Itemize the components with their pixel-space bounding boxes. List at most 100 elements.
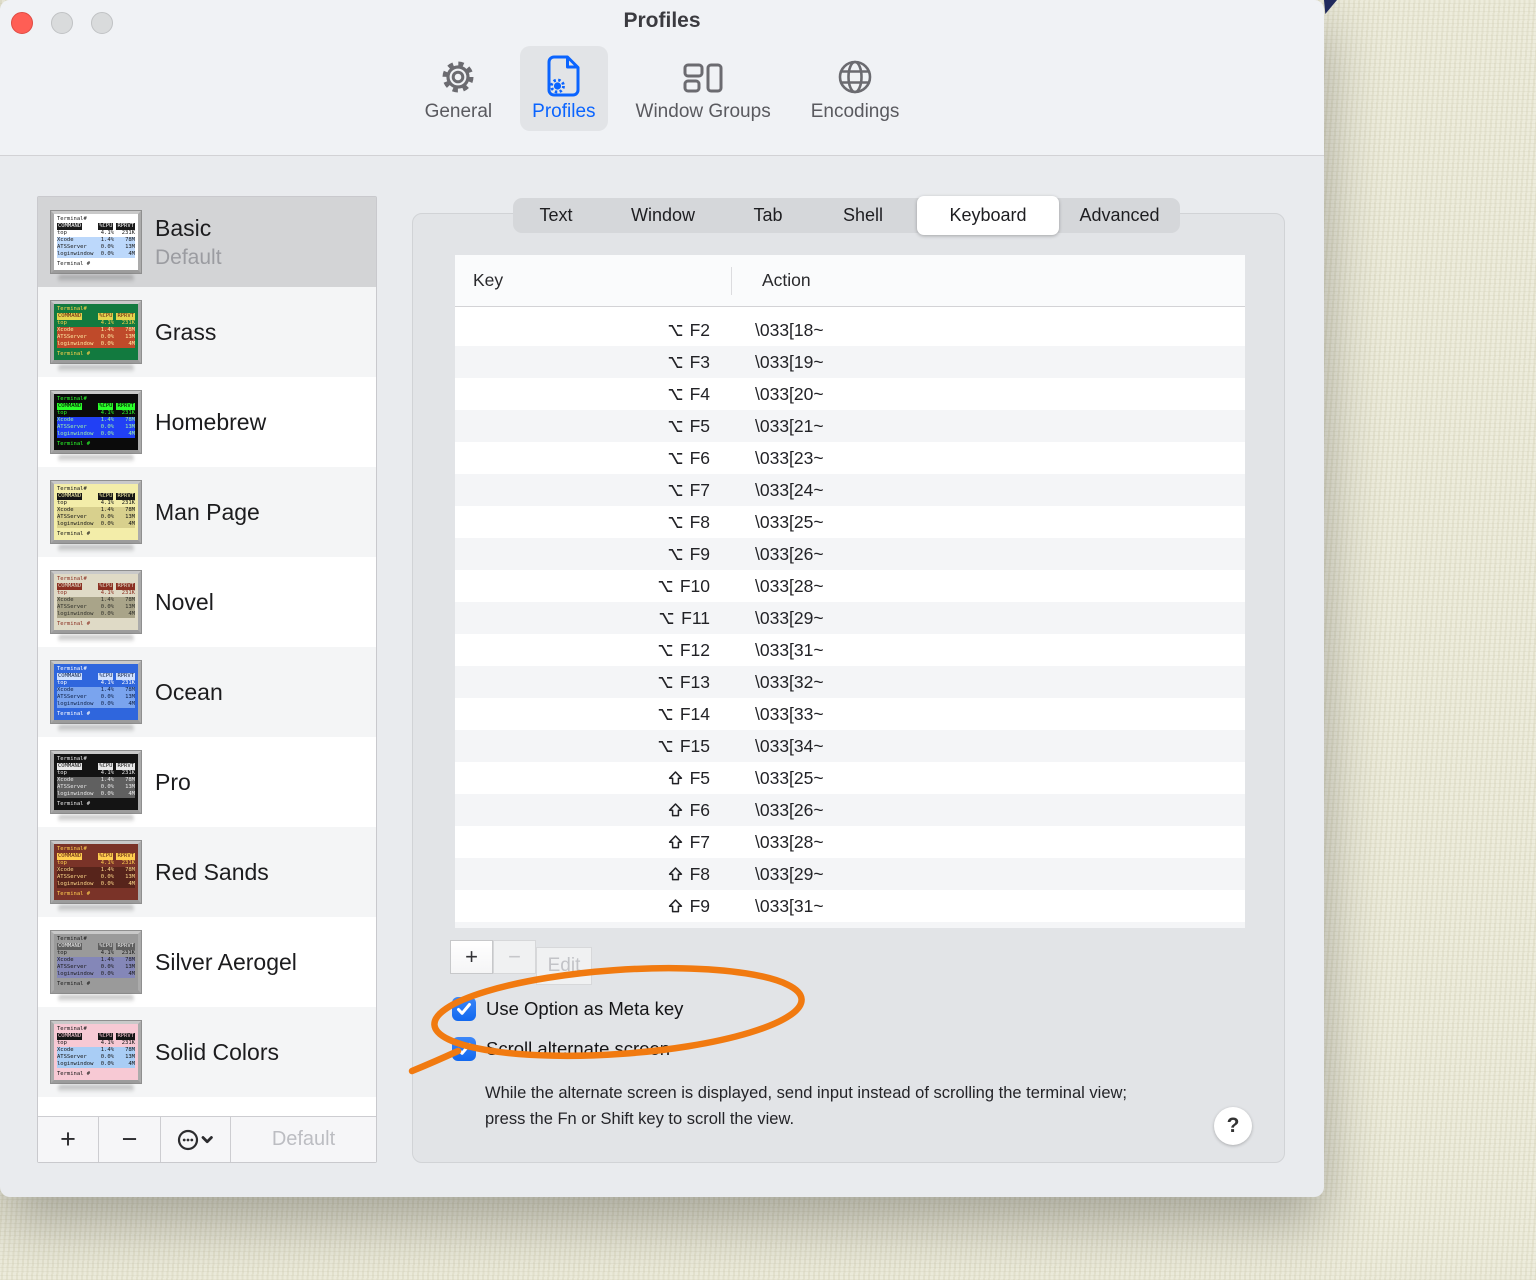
profile-labels: Ocean xyxy=(155,679,223,706)
profile-name: Pro xyxy=(155,768,191,795)
add-profile-button[interactable]: + xyxy=(38,1117,99,1162)
tab-tab[interactable]: Tab xyxy=(727,198,809,233)
thumbnail-reflection xyxy=(58,905,134,913)
use-option-as-meta-key-checkbox[interactable] xyxy=(452,997,476,1021)
scroll-alternate-screen-checkbox[interactable] xyxy=(452,1037,476,1061)
profile-labels: Homebrew xyxy=(155,409,266,436)
option-key-icon xyxy=(658,580,673,592)
sidebar-item-homebrew[interactable]: Terminal# COMMAND %CPU RPRVT top 4.1% 231K Xc… xyxy=(38,377,376,467)
table-row[interactable]: F3 \033[19~ xyxy=(455,346,1245,378)
sidebar-item-pro[interactable]: Terminal# COMMAND %CPU RPRVT top 4.1% 231K Xc… xyxy=(38,737,376,827)
toolbar-item-general[interactable]: General xyxy=(413,46,505,131)
table-row[interactable]: F9 \033[31~ xyxy=(455,890,1245,922)
tab-window[interactable]: Window xyxy=(599,198,727,233)
keyboard-table-rows: F2 \033[18~ F3 \033[19~ F4 \033[20~ F5 \… xyxy=(455,314,1245,922)
sidebar-item-red-sands[interactable]: Terminal# COMMAND %CPU RPRVT top 4.1% 231K Xc… xyxy=(38,827,376,917)
action-cell: \033[31~ xyxy=(755,895,824,916)
profile-thumbnail: Terminal# COMMAND %CPU RPRVT top 4.1% 231K Xc… xyxy=(51,301,141,373)
sidebar-item-basic[interactable]: Terminal# COMMAND %CPU RPRVT top 4.1% 231K Xc… xyxy=(38,197,376,287)
table-row[interactable]: F5 \033[25~ xyxy=(455,762,1245,794)
option-key-icon xyxy=(668,548,682,560)
table-row[interactable]: F8 \033[25~ xyxy=(455,506,1245,538)
toolbar-item-profiles[interactable]: Profiles xyxy=(520,46,608,131)
action-cell: \033[25~ xyxy=(755,511,824,532)
checkbox-label: Use Option as Meta key xyxy=(486,998,684,1019)
profile-thumbnail: Terminal# COMMAND %CPU RPRVT top 4.1% 231K Xc… xyxy=(51,931,141,1003)
profile-name: Grass xyxy=(155,318,217,345)
thumbnail-reflection xyxy=(58,995,134,1003)
option-key-icon xyxy=(668,420,682,432)
table-row[interactable]: F6 \033[26~ xyxy=(455,794,1245,826)
tab-bar: Text Window Tab Shell Keyboard Advanced xyxy=(513,196,1180,235)
sidebar-item-man-page[interactable]: Terminal# COMMAND %CPU RPRVT top 4.1% 231K Xc… xyxy=(38,467,376,557)
table-row[interactable]: F4 \033[20~ xyxy=(455,378,1245,410)
action-cell: \033[26~ xyxy=(755,543,824,564)
table-row[interactable]: F9 \033[26~ xyxy=(455,538,1245,570)
sidebar-item-ocean[interactable]: Terminal# COMMAND %CPU RPRVT top 4.1% 231K Xc… xyxy=(38,647,376,737)
profile-labels: Man Page xyxy=(155,499,260,526)
profile-labels: Silver Aerogel xyxy=(155,949,297,976)
checkbox-label: Scroll alternate screen xyxy=(486,1038,671,1059)
add-key-mapping-button[interactable]: + xyxy=(450,940,493,974)
option-key-icon xyxy=(668,324,682,336)
tab-text[interactable]: Text xyxy=(513,198,599,233)
key-cell: F10 xyxy=(455,576,731,597)
profile-thumbnail: Terminal# COMMAND %CPU RPRVT top 4.1% 231K Xc… xyxy=(51,391,141,463)
key-cell: F12 xyxy=(455,640,731,661)
sidebar-footer: + − Default xyxy=(38,1116,376,1162)
profile-list: Terminal# COMMAND %CPU RPRVT top 4.1% 231K Xc… xyxy=(38,197,376,1116)
help-button[interactable]: ? xyxy=(1214,1107,1252,1145)
remove-profile-button[interactable]: − xyxy=(99,1117,161,1162)
sidebar-item-grass[interactable]: Terminal# COMMAND %CPU RPRVT top 4.1% 231K Xc… xyxy=(38,287,376,377)
sidebar-item-solid-colors[interactable]: Terminal# COMMAND %CPU RPRVT top 4.1% 231K Xc… xyxy=(38,1007,376,1097)
option-key-icon xyxy=(659,612,674,624)
table-row[interactable]: F12 \033[31~ xyxy=(455,634,1245,666)
profile-name: Red Sands xyxy=(155,858,269,885)
action-cell: \033[18~ xyxy=(755,319,824,340)
globe-icon xyxy=(834,52,876,98)
key-cell: F3 xyxy=(455,352,731,373)
scrolled-row-sliver xyxy=(455,922,1245,928)
key-cell: F9 xyxy=(455,896,731,917)
key-cell: F8 xyxy=(455,512,731,533)
tab-shell[interactable]: Shell xyxy=(809,198,917,233)
key-mapping-controls: + − Edit xyxy=(450,940,650,990)
toolbar-item-window-groups[interactable]: Window Groups xyxy=(624,46,783,131)
column-separator xyxy=(731,267,732,295)
toolbar-item-label: Encodings xyxy=(810,101,900,122)
profiles-sidebar: Terminal# COMMAND %CPU RPRVT top 4.1% 231K Xc… xyxy=(37,196,377,1163)
table-row[interactable]: F13 \033[32~ xyxy=(455,666,1245,698)
table-row[interactable]: F6 \033[23~ xyxy=(455,442,1245,474)
table-row[interactable]: F11 \033[29~ xyxy=(455,602,1245,634)
thumbnail-reflection xyxy=(58,635,134,643)
table-row[interactable]: F7 \033[28~ xyxy=(455,826,1245,858)
profile-actions-menu-button[interactable] xyxy=(161,1117,231,1162)
alternate-screen-help-text: While the alternate screen is displayed,… xyxy=(485,1084,1128,1128)
shift-key-icon xyxy=(668,867,682,881)
action-cell: \033[21~ xyxy=(755,415,824,436)
profile-thumbnail: Terminal# COMMAND %CPU RPRVT top 4.1% 231K Xc… xyxy=(51,481,141,553)
profile-labels: Grass xyxy=(155,319,216,346)
tab-advanced[interactable]: Advanced xyxy=(1059,198,1180,233)
table-row[interactable]: F15 \033[34~ xyxy=(455,730,1245,762)
sidebar-item-novel[interactable]: Terminal# COMMAND %CPU RPRVT top 4.1% 231K Xc… xyxy=(38,557,376,647)
table-row[interactable]: F10 \033[28~ xyxy=(455,570,1245,602)
table-row[interactable]: F14 \033[33~ xyxy=(455,698,1245,730)
table-row[interactable]: F8 \033[29~ xyxy=(455,858,1245,890)
table-row[interactable]: F7 \033[24~ xyxy=(455,474,1245,506)
toolbar-item-encodings[interactable]: Encodings xyxy=(799,46,912,131)
sidebar-item-silver-aerogel[interactable]: Terminal# COMMAND %CPU RPRVT top 4.1% 231K Xc… xyxy=(38,917,376,1007)
tab-keyboard[interactable]: Keyboard xyxy=(917,196,1059,235)
edit-key-mapping-button[interactable]: Edit xyxy=(536,947,592,985)
profile-name: Man Page xyxy=(155,498,260,525)
key-cell: F7 xyxy=(455,832,731,853)
table-row[interactable]: F5 \033[21~ xyxy=(455,410,1245,442)
profile-labels: Pro xyxy=(155,769,191,796)
set-default-button[interactable]: Default xyxy=(231,1117,376,1162)
key-cell: F8 xyxy=(455,864,731,885)
scrolled-row-sliver xyxy=(455,307,1245,314)
table-row[interactable]: F2 \033[18~ xyxy=(455,314,1245,346)
profile-thumbnail: Terminal# COMMAND %CPU RPRVT top 4.1% 231K Xc… xyxy=(51,841,141,913)
remove-key-mapping-button[interactable]: − xyxy=(493,940,536,974)
profile-labels: Solid Colors xyxy=(155,1039,279,1066)
